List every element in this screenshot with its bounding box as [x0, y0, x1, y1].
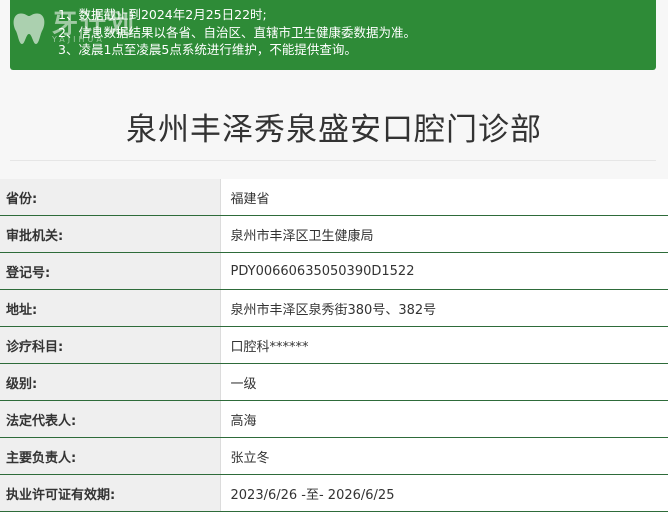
table-row: 登记号: PDY00660635050390D1522	[0, 252, 668, 290]
row-label-departments: 诊疗科目:	[0, 326, 220, 364]
row-value-address: 泉州市丰泽区泉秀街380号、382号	[219, 289, 668, 327]
table-row: 诊疗科目: 口腔科******	[0, 326, 668, 364]
row-label-license-validity: 执业许可证有效期:	[0, 474, 220, 512]
table-row: 审批机关: 泉州市丰泽区卫生健康局	[0, 215, 668, 253]
row-value-departments: 口腔科******	[219, 326, 668, 364]
page-title: 泉州丰泽秀泉盛安口腔门诊部	[126, 112, 542, 148]
row-value-license-validity: 2023/6/26 -至- 2026/6/25	[219, 474, 668, 512]
table-row: 地址: 泉州市丰泽区泉秀街380号、382号	[0, 289, 668, 327]
title-divider	[10, 160, 656, 161]
table-row: 级别: 一级	[0, 363, 668, 401]
clinic-info-table: 省份: 福建省 审批机关: 泉州市丰泽区卫生健康局 登记号: PDY006606…	[0, 179, 668, 512]
notice-line-3: 3、凌晨1点至凌晨5点系统进行维护，不能提供查询。	[58, 42, 357, 57]
row-value-principal: 张立冬	[219, 437, 668, 475]
row-label-principal: 主要负责人:	[0, 437, 220, 475]
row-label-address: 地址:	[0, 289, 220, 327]
row-label-level: 级别:	[0, 363, 220, 401]
row-label-registration: 登记号:	[0, 252, 220, 290]
row-value-legal-rep: 高海	[219, 400, 668, 438]
notice-line-2: 2、信息数据结果以各省、自治区、直辖市卫生健康委数据为准。	[58, 24, 416, 40]
row-value-authority: 泉州市丰泽区卫生健康局	[219, 215, 668, 253]
table-row: 省份: 福建省	[0, 179, 668, 216]
table-row: 执业许可证有效期: 2023/6/26 -至- 2026/6/25	[0, 474, 668, 512]
row-value-province: 福建省	[219, 179, 668, 216]
row-label-authority: 审批机关:	[0, 215, 220, 253]
row-value-level: 一级	[219, 363, 668, 401]
notice-line-1: 1、数据截止到2024年2月25日22时;	[58, 7, 267, 22]
row-value-registration: PDY00660635050390D1522	[219, 252, 668, 290]
notice-banner: 1、数据截止到2024年2月25日22时; 2、信息数据结果以各省、自治区、直辖…	[10, 0, 656, 70]
table-row: 主要负责人: 张立冬	[0, 437, 668, 475]
row-label-province: 省份:	[0, 179, 220, 216]
table-row: 法定代表人: 高海	[0, 400, 668, 438]
row-label-legal-rep: 法定代表人:	[0, 400, 220, 438]
